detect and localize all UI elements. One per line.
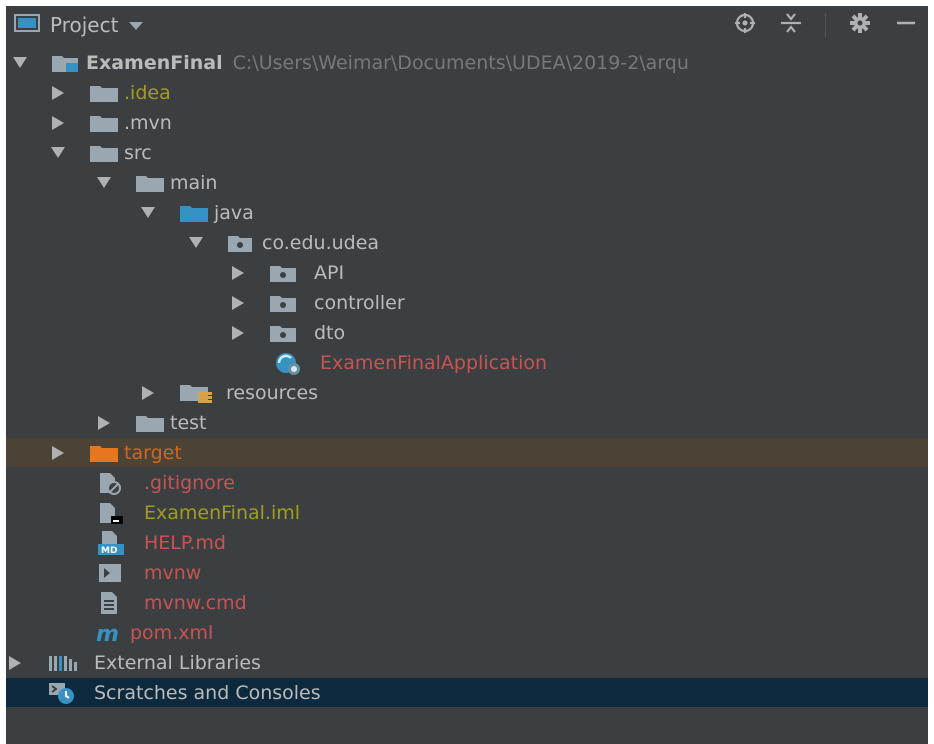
tree-item-mvnw-cmd[interactable]: mvnw.cmd [6,588,928,617]
collapsed-arrow-icon[interactable] [228,318,248,347]
folder-icon [90,78,124,107]
tree-item-label: main [170,171,218,194]
tree-item-package-api[interactable]: API [6,258,928,287]
tree-item-mvnw[interactable]: mvnw [6,558,928,587]
expanded-arrow-icon[interactable] [186,228,206,257]
collapsed-arrow-icon[interactable] [48,78,68,107]
tree-item-package-controller[interactable]: controller [6,288,928,317]
tree-item-pom-xml[interactable]: m pom.xml [6,618,928,647]
tree-item-label: test [170,411,207,434]
tree-item-label: ExamenFinal.iml [144,501,301,524]
tree-item-examen-final-application[interactable]: ExamenFinalApplication [6,348,928,377]
tree-item-label: dto [314,321,346,344]
tree-item-label: API [314,261,345,284]
tree-item-iml-file[interactable]: ExamenFinal.iml [6,498,928,527]
package-icon [270,288,314,317]
collapsed-arrow-icon[interactable] [228,288,248,317]
collapsed-arrow-icon[interactable] [6,648,24,677]
tree-item-label: External Libraries [94,651,261,674]
tree-item-src-folder[interactable]: src [6,138,928,167]
tree-item-label: target [124,441,182,464]
iml-file-icon [98,498,144,527]
tree-item-scratches-and-consoles[interactable]: Scratches and Consoles [6,678,928,707]
project-window-icon [14,14,40,36]
gear-icon[interactable] [848,11,872,39]
toolbar-separator [825,13,826,37]
project-path: C:\Users\Weimar\Documents\UDEA\2019-2\ar… [232,51,689,74]
maven-icon: m [96,618,130,647]
ignore-file-icon [98,468,144,497]
tree-item-label: mvnw.cmd [144,591,247,614]
shell-script-icon [98,558,144,587]
tree-item-main-folder[interactable]: main [6,168,928,197]
crosshair-icon[interactable] [733,11,757,39]
markdown-file-icon: MD [98,528,144,557]
tree-item-label: Scratches and Consoles [94,681,321,704]
tree-item-help-md[interactable]: MD HELP.md [6,528,928,557]
folder-icon [90,108,124,137]
chevron-down-icon [128,16,144,35]
tree-item-label: src [124,141,152,164]
expanded-arrow-icon[interactable] [48,138,68,167]
collapsed-arrow-icon[interactable] [48,438,68,467]
tree-item-project-root[interactable]: ExamenFinal C:\Users\Weimar\Documents\UD… [6,48,928,77]
collapsed-arrow-icon[interactable] [94,408,114,437]
project-view-selector[interactable]: Project [14,12,144,38]
tree-item-label: co.edu.udea [262,231,380,254]
source-folder-icon [180,198,214,227]
text-file-icon [98,588,144,617]
tree-item-resources-folder[interactable]: resources [6,378,928,407]
resources-folder-icon [180,378,226,407]
tree-item-label: mvnw [144,561,202,584]
tree-item-label: .mvn [124,111,172,134]
package-icon [270,258,314,287]
svg-text:MD: MD [101,546,117,555]
folder-icon [136,408,170,437]
collapsed-arrow-icon[interactable] [48,108,68,137]
package-icon [270,318,314,347]
tree-item-package-co-edu-udea[interactable]: co.edu.udea [6,228,928,257]
tree-item-java-folder[interactable]: java [6,198,928,227]
tree-item-label: pom.xml [130,621,214,644]
collapsed-arrow-icon[interactable] [138,378,158,407]
package-icon [228,228,262,257]
tool-window-header: Project [6,6,928,44]
collapsed-arrow-icon[interactable] [228,258,248,287]
window-title: Project [50,13,119,37]
tree-item-label: resources [226,381,319,404]
tree-item-external-libraries[interactable]: External Libraries [6,648,928,677]
expanded-arrow-icon[interactable] [94,168,114,197]
folder-icon [136,168,170,197]
scratches-icon [48,678,94,707]
expanded-arrow-icon[interactable] [138,198,158,227]
tree-item-mvn-folder[interactable]: .mvn [6,108,928,137]
project-tool-window: Project ExamenFinal C:\Users\Weimar\Docu… [6,6,928,744]
project-folder-icon [52,48,86,77]
minimize-icon[interactable] [894,11,918,39]
spring-boot-class-icon [274,348,320,377]
tree-item-label: .idea [124,81,171,104]
tree-item-label: ExamenFinal [86,51,223,74]
tree-item-label: ExamenFinalApplication [320,351,548,374]
tree-item-label: controller [314,291,405,314]
tree-item-label: HELP.md [144,531,226,554]
collapse-all-icon[interactable] [779,11,803,39]
excluded-folder-icon [90,438,124,467]
libraries-icon [48,648,94,677]
svg-text:m: m [96,622,119,644]
tree-item-test-folder[interactable]: test [6,408,928,437]
expanded-arrow-icon[interactable] [10,48,30,77]
tree-item-package-dto[interactable]: dto [6,318,928,347]
folder-icon [90,138,124,167]
tree-item-idea-folder[interactable]: .idea [6,78,928,107]
tree-item-target-folder[interactable]: target [6,438,928,467]
tree-item-label: .gitignore [144,471,235,494]
tree-item-gitignore[interactable]: .gitignore [6,468,928,497]
tree-item-label: java [214,201,254,224]
